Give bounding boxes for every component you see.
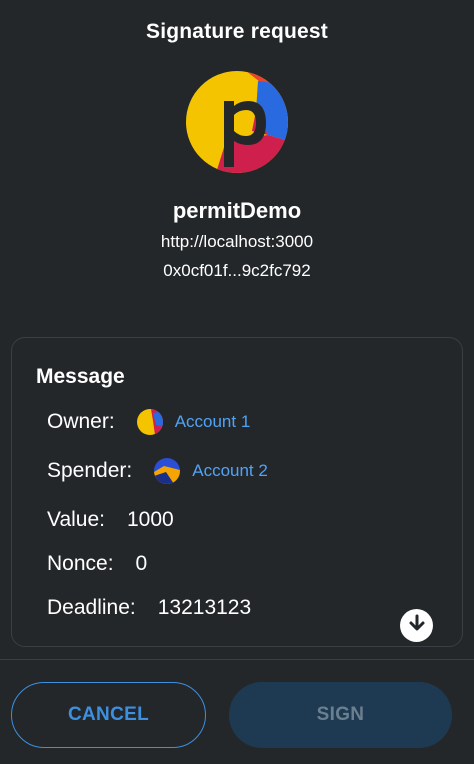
- contract-address: 0x0cf01f...9c2fc792: [163, 261, 311, 280]
- value-row: Value: 1000: [47, 505, 174, 535]
- spender-row: Spender: Account 2: [47, 456, 268, 486]
- value-amount: 1000: [127, 508, 174, 531]
- nonce-value: 0: [135, 552, 148, 575]
- site-logo-p-icon: [186, 71, 288, 173]
- nonce-label: Nonce:: [47, 552, 114, 575]
- sign-button[interactable]: SIGN: [229, 682, 452, 748]
- deadline-row: Deadline: 13213123: [47, 593, 251, 623]
- site-origin: http://localhost:3000: [160, 232, 314, 251]
- scroll-down-button[interactable]: [400, 609, 433, 642]
- spender-account-name: Account 2: [192, 461, 268, 480]
- signature-request-page: Signature request permitDemo http://loca…: [0, 0, 474, 764]
- spender-account[interactable]: Account 2: [154, 458, 268, 484]
- site-name: permitDemo: [172, 198, 302, 223]
- message-title: Message: [36, 365, 125, 388]
- owner-row: Owner: Account 1: [47, 407, 250, 437]
- page-title: Signature request: [146, 20, 328, 43]
- account-avatar-icon: [154, 458, 181, 484]
- deadline-value: 13213123: [157, 596, 252, 619]
- arrow-down-circle-icon: [407, 613, 427, 638]
- value-label: Value:: [47, 508, 105, 531]
- owner-account[interactable]: Account 1: [136, 409, 251, 435]
- account-avatar-icon: [136, 409, 163, 435]
- owner-label: Owner:: [47, 410, 115, 433]
- message-panel[interactable]: Message Owner: Account 1 Spender: Accoun…: [11, 337, 463, 647]
- spender-label: Spender:: [47, 459, 133, 482]
- footer-divider: [0, 659, 474, 660]
- deadline-label: Deadline:: [47, 596, 136, 619]
- cancel-button[interactable]: CANCEL: [11, 682, 206, 748]
- nonce-row: Nonce: 0: [47, 549, 147, 579]
- owner-account-name: Account 1: [174, 412, 251, 431]
